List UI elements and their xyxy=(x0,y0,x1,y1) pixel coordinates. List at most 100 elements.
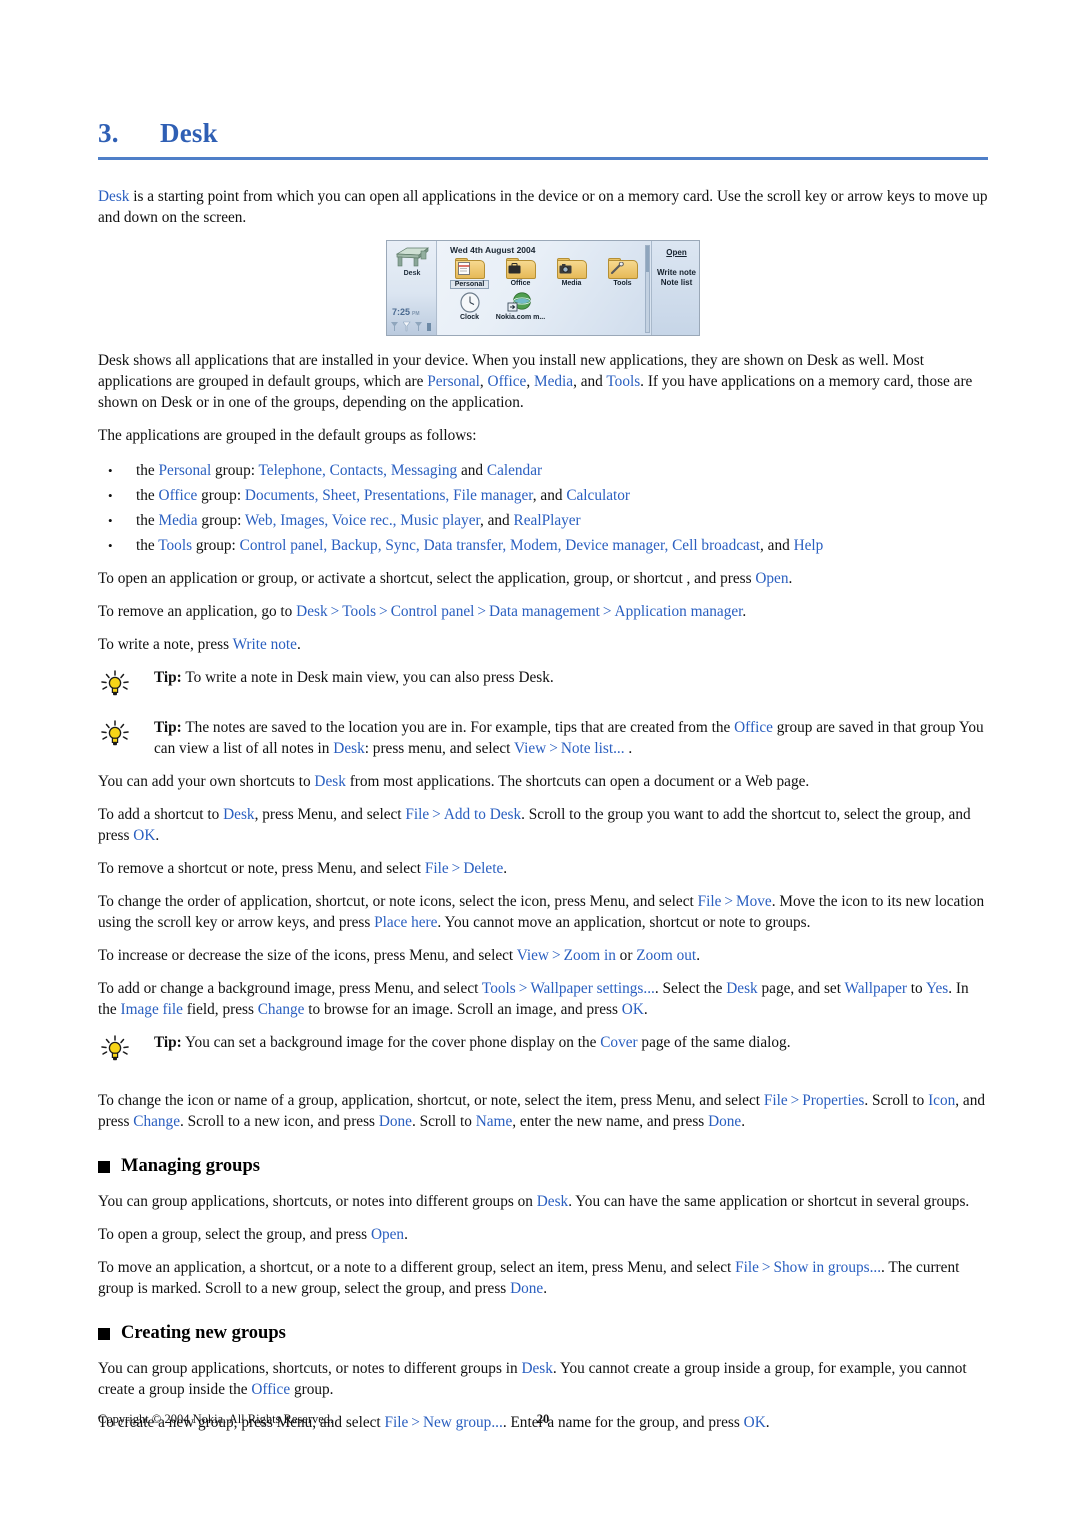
link-apps-office[interactable]: Documents, Sheet, Presentations, File ma… xyxy=(245,487,533,504)
link-icon[interactable]: Icon xyxy=(928,1092,955,1109)
link-place-here[interactable]: Place here xyxy=(374,914,437,931)
link-done[interactable]: Done xyxy=(510,1280,543,1297)
link-image-file[interactable]: Image file xyxy=(121,1001,183,1018)
page-content: 3. Desk Desk is a starting point from wh… xyxy=(98,118,988,1445)
text-f: field, press xyxy=(182,1001,258,1018)
text-b: . xyxy=(404,1226,408,1243)
device-icon-grid: Personal Office Media Tools Clock Nokia.… xyxy=(444,258,650,321)
chevron-separator: > xyxy=(761,1259,771,1276)
device-item-nokia-com[interactable]: Nokia.com m... xyxy=(495,292,546,321)
link-tools[interactable]: Tools xyxy=(482,980,516,997)
device-item-media[interactable]: Media xyxy=(546,258,597,289)
link-view[interactable]: View xyxy=(517,947,549,964)
link-office[interactable]: Office xyxy=(251,1381,290,1398)
link-done[interactable]: Done xyxy=(379,1113,412,1130)
link-group-media[interactable]: Media xyxy=(159,512,198,529)
device-item-clock[interactable]: Clock xyxy=(444,292,495,321)
link-media[interactable]: Media xyxy=(534,373,573,390)
section-heading-managing-groups: Managing groups xyxy=(98,1156,988,1177)
list-item: the Personal group: Telephone, Contacts,… xyxy=(98,458,988,483)
page-title: 3. Desk xyxy=(98,118,988,155)
link-personal[interactable]: Personal xyxy=(427,373,480,390)
link-group-tools[interactable]: Tools xyxy=(158,537,192,554)
link-file[interactable]: File xyxy=(425,860,449,877)
device-command-write-note[interactable]: Write note xyxy=(652,268,699,278)
link-write-note[interactable]: Write note xyxy=(233,636,297,653)
link-file[interactable]: File xyxy=(735,1259,759,1276)
device-scrollbar[interactable] xyxy=(645,245,650,333)
link-tools[interactable]: Tools xyxy=(606,373,640,390)
link-delete[interactable]: Delete xyxy=(463,860,503,877)
link-group-personal[interactable]: Personal xyxy=(159,462,212,479)
chevron-separator: > xyxy=(379,603,388,620)
link-file[interactable]: File xyxy=(405,806,429,823)
link-office[interactable]: Office xyxy=(734,719,773,736)
link-group-office[interactable]: Office xyxy=(159,487,198,504)
chapter-number: 3. xyxy=(98,118,119,148)
link-apps-media[interactable]: Web, Images, Voice rec., Music player xyxy=(245,512,480,529)
text-a: To open an application or group, or acti… xyxy=(98,570,756,587)
paragraph-grouped-intro: The applications are grouped in the defa… xyxy=(98,427,477,444)
chevron-separator: > xyxy=(432,806,441,823)
link-apps-tools[interactable]: Control panel, Backup, Sync, Data transf… xyxy=(240,537,760,554)
link-wallpaper[interactable]: Wallpaper xyxy=(845,980,907,997)
link-apps-personal[interactable]: Telephone, Contacts, Messaging xyxy=(259,462,458,479)
link-done[interactable]: Done xyxy=(708,1113,741,1130)
desk-icon xyxy=(395,247,430,267)
tip-body: To write a note in Desk main view, you c… xyxy=(181,669,554,686)
link-cover[interactable]: Cover xyxy=(600,1034,637,1051)
link-app-help[interactable]: Help xyxy=(794,537,824,554)
text-a: To remove an application, go to xyxy=(98,603,297,620)
link-change[interactable]: Change xyxy=(133,1113,180,1130)
bullet-tail: , and xyxy=(760,537,794,554)
device-label-media: Media xyxy=(561,280,582,287)
bullet-prefix: the xyxy=(136,512,159,529)
device-command-note-list[interactable]: Note list xyxy=(652,278,699,288)
link-tools[interactable]: Tools xyxy=(342,603,376,620)
link-zoom-in[interactable]: Zoom in xyxy=(564,947,616,964)
chevron-separator: > xyxy=(549,740,558,757)
link-move[interactable]: Move xyxy=(736,893,772,910)
link-desk[interactable]: Desk xyxy=(98,188,129,205)
link-app-realplayer[interactable]: RealPlayer xyxy=(514,512,581,529)
link-zoom-out[interactable]: Zoom out xyxy=(636,947,696,964)
link-desk[interactable]: Desk xyxy=(537,1193,568,1210)
application-groups-list: the Personal group: Telephone, Contacts,… xyxy=(98,458,988,558)
link-file[interactable]: File xyxy=(698,893,722,910)
text-a: You can group applications, shortcuts, o… xyxy=(98,1360,522,1377)
link-application-manager[interactable]: Application manager xyxy=(615,603,743,620)
link-change[interactable]: Change xyxy=(258,1001,305,1018)
link-ok[interactable]: OK xyxy=(622,1001,644,1018)
device-command-open[interactable]: Open xyxy=(652,248,699,258)
text-d: to xyxy=(906,980,926,997)
link-app-calendar[interactable]: Calendar xyxy=(487,462,542,479)
link-office[interactable]: Office xyxy=(488,373,527,390)
link-control-panel[interactable]: Control panel xyxy=(391,603,475,620)
device-item-office[interactable]: Office xyxy=(495,258,546,289)
link-properties[interactable]: Properties xyxy=(802,1092,864,1109)
link-yes[interactable]: Yes xyxy=(926,980,948,997)
link-open[interactable]: Open xyxy=(755,570,788,587)
text-b: . xyxy=(503,860,508,877)
link-desk[interactable]: Desk xyxy=(521,1360,552,1377)
link-view[interactable]: View xyxy=(514,740,546,757)
link-name[interactable]: Name xyxy=(476,1113,513,1130)
device-item-personal[interactable]: Personal xyxy=(444,258,495,289)
link-desk[interactable]: Desk xyxy=(223,806,254,823)
link-desk[interactable]: Desk xyxy=(314,773,345,790)
device-item-tools[interactable]: Tools xyxy=(597,258,648,289)
link-open[interactable]: Open xyxy=(371,1226,404,1243)
tip-icon-container xyxy=(98,667,154,705)
link-app-calculator[interactable]: Calculator xyxy=(566,487,630,504)
link-desk[interactable]: Desk xyxy=(726,980,757,997)
link-add-to-desk[interactable]: Add to Desk xyxy=(444,806,521,823)
link-desk[interactable]: Desk xyxy=(333,740,364,757)
link-wallpaper-settings[interactable]: Wallpaper settings... xyxy=(530,980,655,997)
link-data-management[interactable]: Data management xyxy=(489,603,600,620)
link-show-in-groups[interactable]: Show in groups... xyxy=(774,1259,882,1276)
link-note-list[interactable]: Note list... xyxy=(561,740,625,757)
link-ok[interactable]: OK xyxy=(133,827,155,844)
link-file[interactable]: File xyxy=(764,1092,788,1109)
text-c: page, and set xyxy=(757,980,845,997)
link-desk[interactable]: Desk xyxy=(296,603,327,620)
